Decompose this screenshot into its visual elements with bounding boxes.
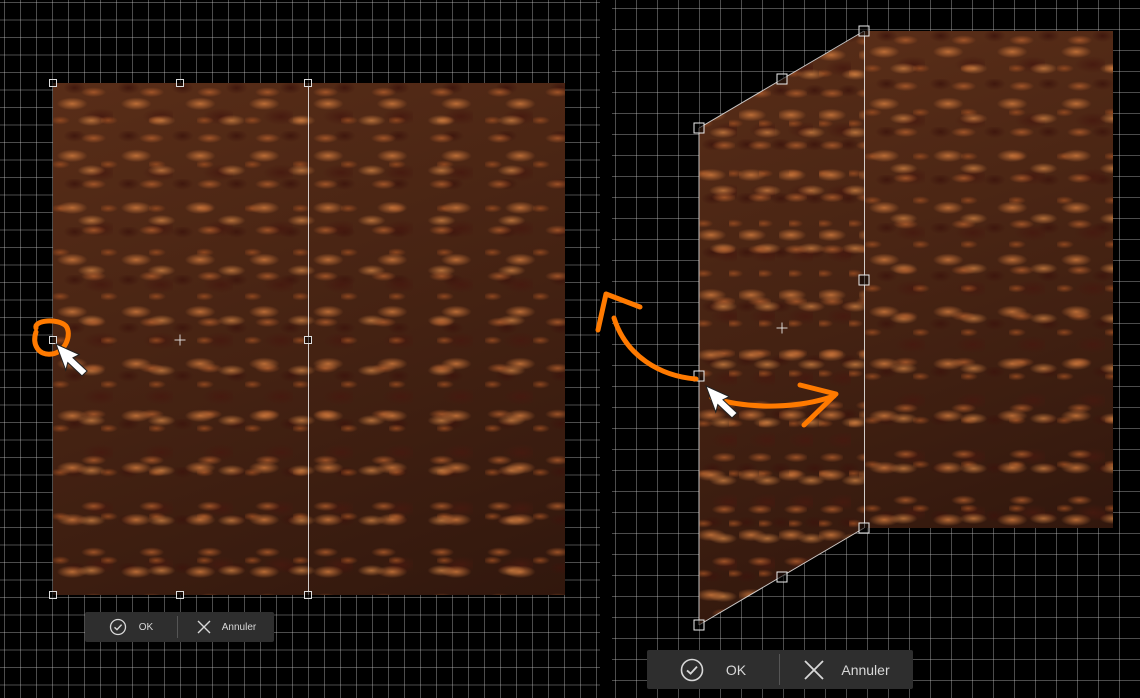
handle-top-right[interactable] bbox=[304, 79, 312, 87]
handle-top-middle[interactable] bbox=[176, 79, 184, 87]
handle-bottom-right[interactable] bbox=[858, 522, 870, 534]
handle-middle-left[interactable] bbox=[693, 370, 705, 382]
pivot-crosshair[interactable] bbox=[776, 322, 788, 334]
right-canvas-panel bbox=[612, 0, 1140, 698]
handle-bottom-right[interactable] bbox=[304, 591, 312, 599]
handle-bottom-left[interactable] bbox=[49, 591, 57, 599]
check-circle-icon bbox=[109, 618, 126, 636]
ok-button[interactable]: OK bbox=[647, 650, 779, 689]
x-icon bbox=[197, 620, 211, 634]
transform-action-bar: OK Annuler bbox=[647, 650, 913, 689]
ok-label: OK bbox=[138, 621, 154, 633]
cancel-button[interactable]: Annuler bbox=[178, 612, 274, 642]
handle-top-right[interactable] bbox=[858, 25, 870, 37]
handle-bottom-left[interactable] bbox=[693, 619, 705, 631]
cancel-label: Annuler bbox=[841, 661, 890, 678]
handle-middle-left[interactable] bbox=[49, 336, 57, 344]
ok-button[interactable]: OK bbox=[85, 612, 177, 642]
handle-top-left[interactable] bbox=[49, 79, 57, 87]
handle-top-middle[interactable] bbox=[776, 73, 788, 85]
ok-label: OK bbox=[725, 661, 747, 678]
pivot-crosshair[interactable] bbox=[174, 334, 186, 346]
cancel-label: Annuler bbox=[221, 621, 257, 633]
handle-bottom-middle[interactable] bbox=[176, 591, 184, 599]
check-circle-icon bbox=[680, 658, 704, 681]
handle-bottom-middle[interactable] bbox=[776, 571, 788, 583]
handle-middle-right[interactable] bbox=[858, 274, 870, 286]
texture-layer-flat[interactable] bbox=[865, 31, 1113, 528]
handle-top-left[interactable] bbox=[693, 122, 705, 134]
cancel-button[interactable]: Annuler bbox=[780, 650, 913, 689]
handle-middle-right[interactable] bbox=[304, 336, 312, 344]
x-icon bbox=[804, 659, 824, 680]
transform-action-bar: OK Annuler bbox=[85, 612, 274, 642]
